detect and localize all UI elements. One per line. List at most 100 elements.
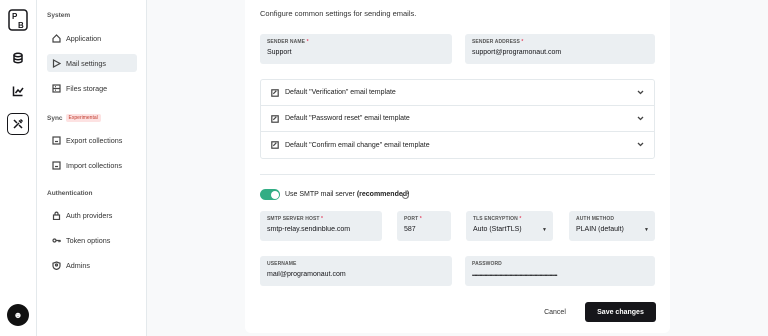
home-icon xyxy=(52,33,61,43)
cancel-button[interactable]: Cancel xyxy=(533,302,577,322)
sender-address-input[interactable]: support@programonaut.com xyxy=(472,49,648,56)
required-mark: * xyxy=(419,216,422,222)
template-title: Default "Password reset" email template xyxy=(285,115,410,122)
sidebar-item-label: Token options xyxy=(66,235,111,245)
send-icon xyxy=(52,58,61,68)
icon-rail: P B ☻ xyxy=(0,0,37,336)
chart-icon xyxy=(12,86,24,97)
svg-text:P: P xyxy=(12,12,18,21)
smtp-toggle-label: Use SMTP mail server (recommended) xyxy=(285,191,409,198)
sidebar-item-export-collections[interactable]: Export collections xyxy=(47,131,137,149)
username-field[interactable]: USERNAME mail@programonaut.com xyxy=(260,256,452,286)
template-icon xyxy=(271,114,279,123)
settings-sidebar: System Application Mail settings Files s… xyxy=(37,0,147,336)
key-icon xyxy=(52,237,61,243)
required-mark: * xyxy=(306,39,309,45)
experimental-badge: Experimental xyxy=(65,114,101,122)
tls-selected-value: Auto (StartTLS) xyxy=(473,226,522,233)
template-title: Default "Confirm email change" email tem… xyxy=(285,141,430,149)
save-changes-button[interactable]: Save changes xyxy=(585,302,656,322)
app-logo[interactable]: P B xyxy=(8,9,28,31)
field-label: AUTH METHOD xyxy=(576,216,615,222)
field-label: PASSWORD xyxy=(472,261,502,267)
caret-down-icon: ▼ xyxy=(542,227,547,233)
sender-name-field[interactable]: SENDER NAME * Support xyxy=(260,34,452,64)
sidebar-item-mail-settings[interactable]: Mail settings xyxy=(47,54,137,72)
sidebar-item-label: Auth providers xyxy=(66,210,113,220)
auth-method-selected-value: PLAIN (default) xyxy=(576,226,624,233)
sidebar-item-label: Export collections xyxy=(66,135,123,145)
tls-encryption-select[interactable]: TLS ENCRYPTION * Auto (StartTLS) ▼ xyxy=(466,211,553,241)
system-section-title: System xyxy=(47,12,71,19)
password-input[interactable]: ••••••••••••••••••••••••••••••••••••••••… xyxy=(472,273,648,279)
field-label: PORT * xyxy=(404,216,444,222)
sidebar-item-label: Mail settings xyxy=(66,58,106,68)
template-confirm-email-change[interactable]: Default "Confirm email change" email tem… xyxy=(261,132,654,158)
required-mark: * xyxy=(321,216,324,222)
mail-settings-panel: Configure common settings for sending em… xyxy=(245,0,670,333)
sidebar-item-import-collections[interactable]: Import collections xyxy=(47,156,137,174)
avatar-face-icon: ☻ xyxy=(13,310,23,320)
sync-title-text: Sync xyxy=(47,115,63,122)
auth-method-select[interactable]: AUTH METHOD PLAIN (default) ▼ xyxy=(569,211,655,241)
section-divider xyxy=(260,174,655,175)
chevron-down-icon xyxy=(637,142,644,147)
sender-address-field[interactable]: SENDER ADDRESS * support@programonaut.co… xyxy=(465,34,655,64)
sidebar-item-label: Application xyxy=(66,33,102,43)
caret-down-icon: ▼ xyxy=(644,227,649,233)
sidebar-item-token-options[interactable]: Token options xyxy=(47,231,137,249)
username-input[interactable]: mail@programonaut.com xyxy=(267,271,445,278)
sidebar-item-label: Files storage xyxy=(66,83,108,93)
field-label: USERNAME xyxy=(267,261,297,267)
sidebar-item-admins[interactable]: Admins xyxy=(47,256,137,274)
sidebar-item-files-storage[interactable]: Files storage xyxy=(47,79,137,97)
email-templates-accordion: Default "Verification" email template De… xyxy=(260,79,655,159)
label-text: TLS ENCRYPTION xyxy=(473,216,518,222)
field-label: SENDER ADDRESS * xyxy=(472,39,648,45)
template-verification[interactable]: Default "Verification" email template xyxy=(261,80,654,106)
template-icon xyxy=(271,141,279,149)
required-mark: * xyxy=(521,39,524,45)
tools-icon xyxy=(13,118,24,129)
template-password-reset[interactable]: Default "Password reset" email template xyxy=(261,106,654,132)
import-icon xyxy=(52,160,61,170)
page-description: Configure common settings for sending em… xyxy=(260,9,417,18)
sidebar-item-label: Import collections xyxy=(66,160,122,170)
field-label: SMTP SERVER HOST * xyxy=(267,216,375,222)
sidebar-item-label: Admins xyxy=(66,260,90,270)
template-icon xyxy=(271,88,279,97)
smtp-label-text: Use SMTP mail server xyxy=(285,191,357,198)
settings-nav-button[interactable] xyxy=(7,113,29,135)
sender-name-input[interactable]: Support xyxy=(267,49,445,56)
label-text: SENDER NAME xyxy=(267,39,306,45)
required-mark: * xyxy=(519,216,522,222)
port-field[interactable]: PORT * 587 xyxy=(397,211,451,241)
lock-icon xyxy=(52,211,61,220)
shield-icon xyxy=(52,260,61,270)
collections-nav-button[interactable] xyxy=(7,47,29,69)
smtp-host-input[interactable]: smtp-relay.sendinblue.com xyxy=(267,226,375,233)
logs-nav-button[interactable] xyxy=(7,80,29,102)
label-text: PORT xyxy=(404,216,419,222)
smtp-toggle[interactable] xyxy=(260,189,280,200)
port-input[interactable]: 587 xyxy=(404,226,444,233)
avatar[interactable]: ☻ xyxy=(7,304,29,326)
database-icon xyxy=(13,52,23,64)
field-label: SENDER NAME * xyxy=(267,39,445,45)
svg-text:B: B xyxy=(18,21,24,30)
label-text: SMTP SERVER HOST xyxy=(267,216,320,222)
info-icon[interactable]: i xyxy=(402,191,409,199)
chevron-down-icon xyxy=(637,90,644,95)
sync-section-title: Sync Experimental xyxy=(47,114,101,122)
sidebar-item-auth-providers[interactable]: Auth providers xyxy=(47,206,137,224)
export-icon xyxy=(52,135,61,145)
smtp-host-field[interactable]: SMTP SERVER HOST * smtp-relay.sendinblue… xyxy=(260,211,382,241)
authentication-section-title: Authentication xyxy=(47,190,93,197)
template-title: Default "Verification" email template xyxy=(285,89,396,96)
chevron-down-icon xyxy=(637,116,644,121)
storage-icon xyxy=(52,83,61,93)
field-label: TLS ENCRYPTION * xyxy=(473,216,546,222)
label-text: SENDER ADDRESS xyxy=(472,39,520,45)
password-field[interactable]: PASSWORD •••••••••••••••••••••••••••••••… xyxy=(465,256,655,286)
sidebar-item-application[interactable]: Application xyxy=(47,29,137,47)
